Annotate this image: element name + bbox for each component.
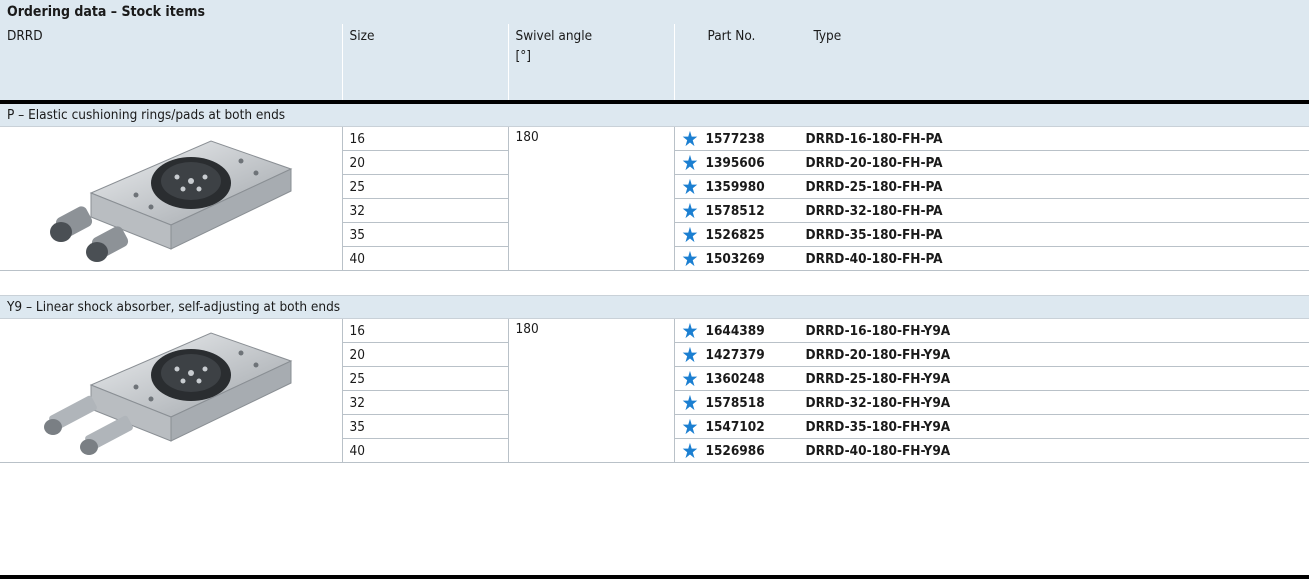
star-icon: ★ [681, 438, 699, 463]
table-row: 16 180 ★ 1644389 DRRD-16-180-FH-Y9A [0, 318, 1309, 463]
size-cell: 16 [342, 318, 509, 343]
part-number[interactable]: 1427379 [706, 347, 806, 363]
order-cell: ★ 1578518 DRRD-32-180-FH-Y9A [674, 390, 1309, 415]
star-icon: ★ [681, 126, 699, 151]
part-number[interactable]: 1577238 [706, 131, 806, 147]
order-cell: ★ 1578512 DRRD-32-180-FH-PA [674, 198, 1309, 223]
part-number[interactable]: 1359980 [706, 179, 806, 195]
size-cell: 32 [342, 390, 509, 415]
size-cell: 35 [342, 414, 509, 439]
order-cell: ★ 1526825 DRRD-35-180-FH-PA [674, 222, 1309, 247]
star-icon: ★ [681, 390, 699, 415]
header-swivel-angle-label: Swivel angle [515, 28, 593, 44]
order-cell: ★ 1360248 DRRD-25-180-FH-Y9A [674, 366, 1309, 391]
size-cell: 40 [342, 438, 509, 463]
size-cell: 16 [342, 126, 509, 151]
group-label: Y9 – Linear shock absorber, self-adjusti… [0, 295, 1309, 319]
order-cell: ★ 1395606 DRRD-20-180-FH-PA [674, 150, 1309, 175]
table-title-row: Ordering data – Stock items [0, 0, 1309, 24]
part-number[interactable]: 1526825 [706, 227, 806, 243]
type-code[interactable]: DRRD-32-180-FH-Y9A [806, 395, 951, 411]
size-cell: 32 [342, 198, 509, 223]
actuator-shock-absorber-image [43, 331, 293, 455]
group-label: P – Elastic cushioning rings/pads at bot… [0, 102, 1309, 127]
star-icon: ★ [681, 150, 699, 175]
size-cell: 25 [342, 366, 509, 391]
part-number[interactable]: 1395606 [706, 155, 806, 171]
star-icon: ★ [681, 222, 699, 247]
type-code[interactable]: DRRD-16-180-FH-PA [806, 131, 943, 147]
product-image [0, 133, 342, 265]
spacer-row [0, 270, 1309, 296]
star-icon: ★ [681, 174, 699, 199]
order-cell: ★ 1359980 DRRD-25-180-FH-PA [674, 174, 1309, 199]
table-title: Ordering data – Stock items [0, 0, 1309, 24]
star-icon: ★ [681, 342, 699, 367]
type-code[interactable]: DRRD-20-180-FH-Y9A [806, 347, 951, 363]
actuator-pads-image [49, 139, 293, 262]
swivel-angle-cell: 180 [508, 318, 675, 463]
type-code[interactable]: DRRD-40-180-FH-Y9A [806, 443, 951, 459]
header-part-no: Part No. [707, 28, 756, 44]
type-code[interactable]: DRRD-25-180-FH-PA [806, 179, 943, 195]
product-image-cell [0, 318, 343, 463]
ordering-table-page: { "title": "Ordering data – Stock items"… [0, 0, 1309, 579]
size-cell: 25 [342, 174, 509, 199]
group-header-row: P – Elastic cushioning rings/pads at bot… [0, 102, 1309, 127]
size-cell: 40 [342, 246, 509, 271]
star-icon: ★ [681, 366, 699, 391]
size-cell: 20 [342, 150, 509, 175]
type-code[interactable]: DRRD-40-180-FH-PA [806, 251, 943, 267]
header-part-type: Part No. Type [674, 24, 1309, 104]
header-swivel-angle: Swivel angle [°] [508, 24, 675, 104]
size-cell: 35 [342, 222, 509, 247]
type-code[interactable]: DRRD-20-180-FH-PA [806, 155, 943, 171]
star-icon: ★ [681, 246, 699, 271]
group-header-row: Y9 – Linear shock absorber, self-adjusti… [0, 295, 1309, 319]
header-product: DRRD [0, 24, 343, 104]
ordering-table: Ordering data – Stock items DRRD Size Sw… [0, 0, 1309, 463]
header-swivel-angle-unit: [°] [515, 48, 532, 64]
order-cell: ★ 1526986 DRRD-40-180-FH-Y9A [674, 438, 1309, 463]
header-type: Type [813, 28, 842, 44]
order-cell: ★ 1503269 DRRD-40-180-FH-PA [674, 246, 1309, 271]
product-image [0, 325, 342, 457]
type-code[interactable]: DRRD-32-180-FH-PA [806, 203, 943, 219]
part-number[interactable]: 1547102 [706, 419, 806, 435]
part-number[interactable]: 1526986 [706, 443, 806, 459]
part-number[interactable]: 1644389 [706, 323, 806, 339]
table-bottom-rule [0, 575, 1309, 579]
order-cell: ★ 1427379 DRRD-20-180-FH-Y9A [674, 342, 1309, 367]
type-code[interactable]: DRRD-35-180-FH-Y9A [806, 419, 951, 435]
table-row: 16 180 ★ 1577238 DRRD-16-180-FH-PA [0, 126, 1309, 271]
order-cell: ★ 1577238 DRRD-16-180-FH-PA [674, 126, 1309, 151]
star-icon: ★ [681, 198, 699, 223]
type-code[interactable]: DRRD-35-180-FH-PA [806, 227, 943, 243]
size-cell: 20 [342, 342, 509, 367]
star-icon: ★ [681, 414, 699, 439]
part-number[interactable]: 1578512 [706, 203, 806, 219]
product-image-cell [0, 126, 343, 271]
header-row: DRRD Size Swivel angle [°] Part No. Type [0, 24, 1309, 104]
part-number[interactable]: 1360248 [706, 371, 806, 387]
order-cell: ★ 1644389 DRRD-16-180-FH-Y9A [674, 318, 1309, 343]
header-size: Size [342, 24, 509, 104]
type-code[interactable]: DRRD-16-180-FH-Y9A [806, 323, 951, 339]
order-cell: ★ 1547102 DRRD-35-180-FH-Y9A [674, 414, 1309, 439]
part-number[interactable]: 1503269 [706, 251, 806, 267]
part-number[interactable]: 1578518 [706, 395, 806, 411]
star-icon: ★ [681, 318, 699, 343]
type-code[interactable]: DRRD-25-180-FH-Y9A [806, 371, 951, 387]
swivel-angle-cell: 180 [508, 126, 675, 271]
